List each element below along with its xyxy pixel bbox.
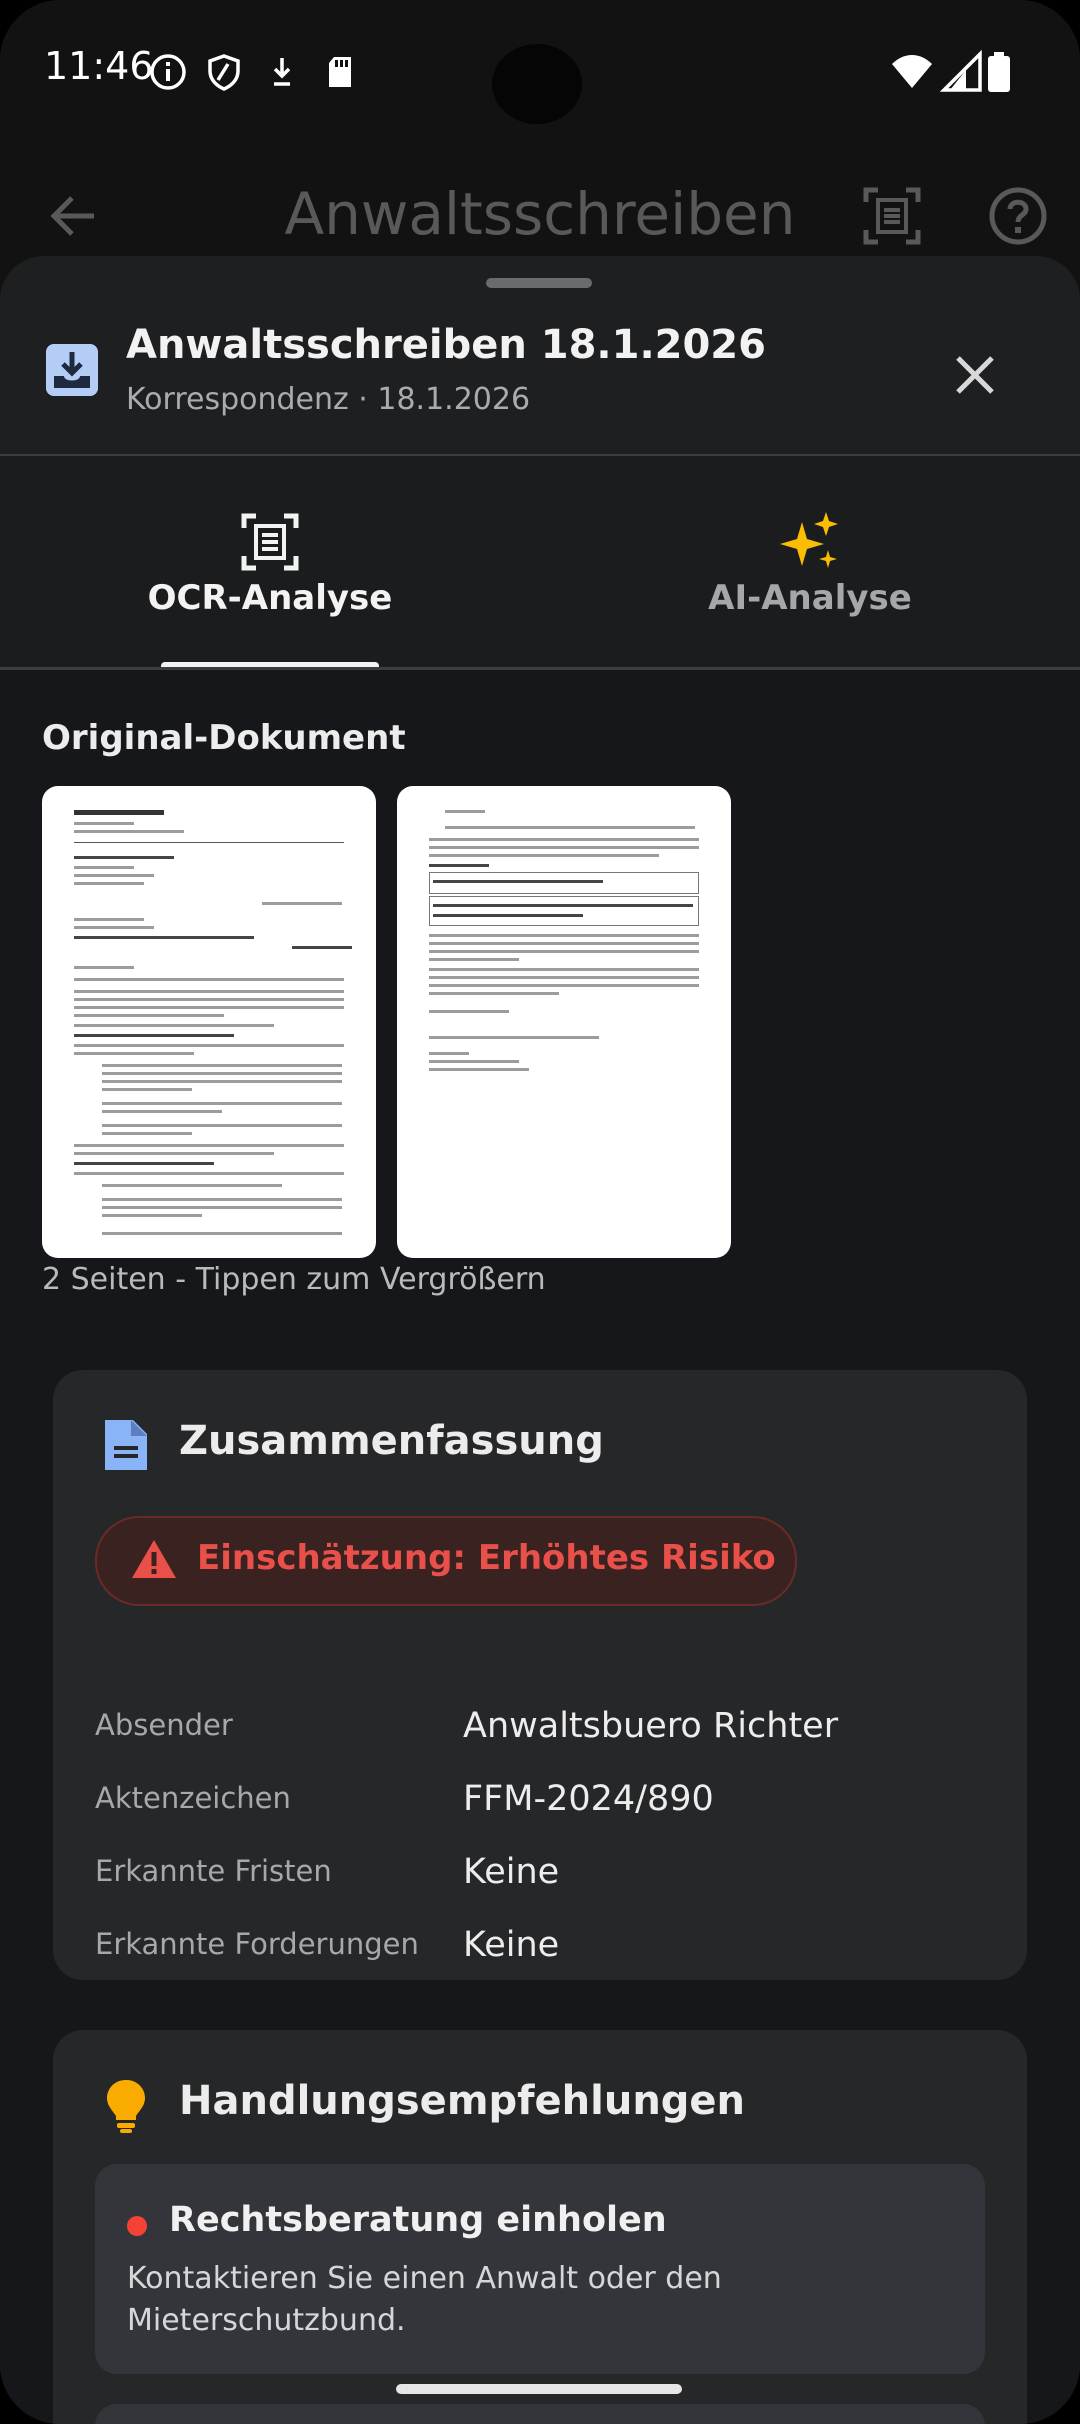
sd-card-icon — [329, 57, 351, 87]
shield-icon — [208, 54, 240, 91]
front-camera — [492, 44, 582, 124]
lightbulb-icon — [107, 2080, 145, 2133]
screen: 11:46 Anwaltsschreiben Anwaltsschreiben … — [0, 0, 1080, 2424]
claims-label: Erkannte Forderungen — [95, 1927, 419, 1961]
info-icon — [150, 54, 186, 90]
help-icon[interactable] — [986, 184, 1050, 248]
priority-dot — [127, 2216, 147, 2236]
tab-label: AI-Analyse — [708, 578, 912, 618]
warning-icon — [132, 1540, 176, 1578]
deadlines-value: Keine — [463, 1852, 560, 1892]
deadlines-label: Erkannte Fristen — [95, 1854, 332, 1888]
tab-ai-analyse[interactable]: AI-Analyse — [540, 456, 1080, 666]
document-page-thumbnail[interactable] — [397, 786, 731, 1258]
recommendations-card: Handlungsempfehlungen Rechtsberatung ein… — [53, 2030, 1027, 2424]
recommendation-item[interactable] — [95, 2404, 985, 2424]
document-icon — [105, 1420, 147, 1470]
status-time: 11:46 — [44, 44, 154, 88]
document-page-thumbnail[interactable] — [42, 786, 376, 1258]
ocr-content: Original-Dokument 2 Seiten - Tippen zum … — [0, 670, 1080, 2424]
summary-title: Zusammenfassung — [179, 1418, 604, 1464]
signal-icon — [940, 50, 982, 92]
sheet-subtitle: Korrespondenz · 18.1.2026 — [126, 382, 531, 417]
reference-value: FFM-2024/890 — [463, 1779, 714, 1819]
tab-ocr-analyse[interactable]: OCR-Analyse — [0, 456, 540, 666]
bottom-sheet: Anwaltsschreiben 18.1.2026 Korrespondenz… — [0, 256, 1080, 2424]
wifi-icon — [892, 55, 932, 88]
close-icon[interactable] — [946, 346, 1004, 404]
risk-label: Einschätzung: Erhöhtes Risiko — [197, 1538, 776, 1578]
pages-hint: 2 Seiten - Tippen zum Vergrößern — [42, 1262, 546, 1297]
download-status-icon — [273, 58, 291, 86]
summary-card: Zusammenfassung Einschätzung: Erhöhtes R… — [53, 1370, 1027, 1980]
gesture-nav-bar[interactable] — [396, 2384, 682, 2394]
recommendation-item[interactable]: Rechtsberatung einholen Kontaktieren Sie… — [95, 2164, 985, 2374]
tab-bar: OCR-Analyse AI-Analyse — [0, 456, 1080, 666]
recommendation-title: Rechtsberatung einholen — [169, 2200, 667, 2240]
app-bar: Anwaltsschreiben — [0, 160, 1080, 270]
tab-label: OCR-Analyse — [147, 578, 393, 618]
sparkles-icon — [780, 512, 838, 568]
original-document-title: Original-Dokument — [42, 718, 406, 758]
risk-badge: Einschätzung: Erhöhtes Risiko — [95, 1516, 797, 1606]
document-scan-icon[interactable] — [860, 184, 924, 248]
sheet-title: Anwaltsschreiben 18.1.2026 — [126, 322, 766, 368]
inbox-download-icon — [46, 344, 98, 396]
battery-icon — [988, 52, 1010, 92]
claims-value: Keine — [463, 1925, 560, 1965]
recommendations-title: Handlungsempfehlungen — [179, 2078, 746, 2124]
recommendation-description: Kontaktieren Sie einen Anwalt oder den M… — [127, 2261, 722, 2338]
document-scan-icon — [241, 513, 299, 571]
drag-handle[interactable] — [486, 278, 592, 288]
sender-value: Anwaltsbuero Richter — [463, 1706, 839, 1746]
status-bar: 11:46 — [0, 0, 1080, 150]
sender-label: Absender — [95, 1708, 233, 1742]
reference-label: Aktenzeichen — [95, 1781, 291, 1815]
